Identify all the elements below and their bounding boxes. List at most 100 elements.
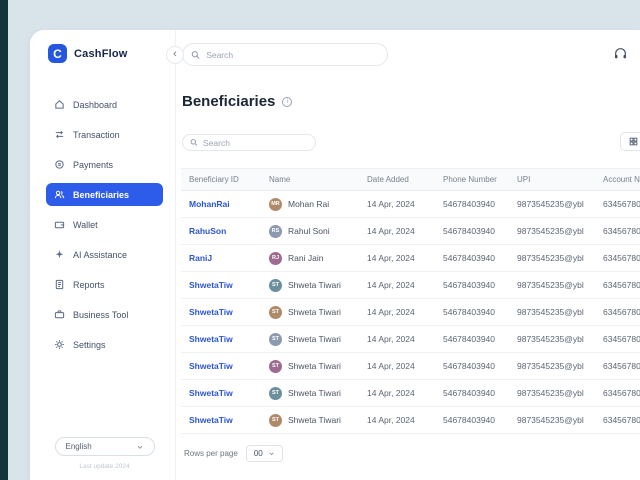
sidebar: C CashFlow Dashboard Transaction Payment… — [30, 30, 176, 480]
table-row[interactable]: ShwetaTiw ST Shweta Tiwari 14 Apr, 2024 … — [181, 380, 640, 407]
cell-name: ST Shweta Tiwari — [261, 299, 359, 326]
cell-name: RS Rahul Soni — [261, 218, 359, 245]
cell-beneficiary-id[interactable]: ShwetaTiw — [181, 326, 261, 353]
grid-icon — [629, 137, 638, 146]
language-value: English — [66, 442, 92, 451]
sidebar-item-label: Transaction — [73, 130, 120, 140]
column-header: Date Added — [359, 169, 435, 191]
beneficiaries-table: Beneficiary IDNameDate AddedPhone Number… — [181, 168, 640, 434]
ai-assistance-icon — [54, 249, 65, 260]
cell-account-number: 6345678034 — [595, 272, 640, 299]
sidebar-item-dashboard[interactable]: Dashboard — [46, 93, 163, 116]
sidebar-item-label: AI Assistance — [73, 250, 127, 260]
chevron-down-icon — [268, 450, 275, 457]
sidebar-item-label: Beneficiaries — [73, 190, 129, 200]
cell-account-number: 6345678034 — [595, 326, 640, 353]
avatar: ST — [269, 279, 282, 292]
avatar: ST — [269, 306, 282, 319]
avatar: ST — [269, 333, 282, 346]
show-fields-button[interactable]: Show Fields — [620, 132, 640, 151]
main-content: ‹ Beneficiaries i Show Fields — [176, 30, 640, 480]
cell-phone-number: 54678403940 — [435, 407, 509, 434]
sidebar-item-label: Business Tool — [73, 310, 128, 320]
sidebar-item-reports[interactable]: Reports — [46, 273, 163, 296]
avatar: ST — [269, 414, 282, 427]
cell-name: ST Shweta Tiwari — [261, 272, 359, 299]
rows-per-page-value: 00 — [254, 449, 263, 458]
cell-upi: 9873545235@ybl — [509, 299, 595, 326]
table-row[interactable]: ShwetaTiw ST Shweta Tiwari 14 Apr, 2024 … — [181, 326, 640, 353]
cell-upi: 9873545235@ybl — [509, 191, 595, 218]
cell-account-number: 6345678034 — [595, 353, 640, 380]
sidebar-item-business-tool[interactable]: Business Tool — [46, 303, 163, 326]
info-icon[interactable]: i — [282, 97, 292, 107]
cell-beneficiary-id[interactable]: RahuSon — [181, 218, 261, 245]
name-text: Shweta Tiwari — [288, 307, 341, 317]
cell-phone-number: 54678403940 — [435, 272, 509, 299]
app-window: C CashFlow Dashboard Transaction Payment… — [30, 30, 640, 480]
global-search[interactable] — [182, 43, 388, 66]
table-row[interactable]: ShwetaTiw ST Shweta Tiwari 14 Apr, 2024 … — [181, 299, 640, 326]
table-row[interactable]: MohanRai MR Mohan Rai 14 Apr, 2024 54678… — [181, 191, 640, 218]
cell-upi: 9873545235@ybl — [509, 272, 595, 299]
table-body: MohanRai MR Mohan Rai 14 Apr, 2024 54678… — [181, 191, 640, 434]
sidebar-item-transaction[interactable]: Transaction — [46, 123, 163, 146]
cell-phone-number: 54678403940 — [435, 191, 509, 218]
rows-per-page-select[interactable]: 00 — [246, 445, 283, 462]
cell-account-number: 6345678034 — [595, 245, 640, 272]
cell-beneficiary-id[interactable]: MohanRai — [181, 191, 261, 218]
rows-per-page-label: Rows per page — [184, 449, 238, 458]
cell-beneficiary-id[interactable]: ShwetaTiw — [181, 353, 261, 380]
settings-icon — [54, 339, 65, 350]
table-row[interactable]: RaniJ RJ Rani Jain 14 Apr, 2024 54678403… — [181, 245, 640, 272]
cell-account-number: 6345678034 — [595, 380, 640, 407]
beneficiaries-icon — [54, 189, 65, 200]
sidebar-item-beneficiaries[interactable]: Beneficiaries — [46, 183, 163, 206]
cell-phone-number: 54678403940 — [435, 380, 509, 407]
table-row[interactable]: ShwetaTiw ST Shweta Tiwari 14 Apr, 2024 … — [181, 353, 640, 380]
global-search-input[interactable] — [206, 50, 379, 60]
cell-name: RJ Rani Jain — [261, 245, 359, 272]
support-headset-icon[interactable] — [613, 46, 628, 66]
column-header: Phone Number — [435, 169, 509, 191]
cell-beneficiary-id[interactable]: ShwetaTiw — [181, 272, 261, 299]
table-search-input[interactable] — [203, 138, 308, 148]
cell-beneficiary-id[interactable]: ShwetaTiw — [181, 380, 261, 407]
search-icon — [190, 138, 198, 147]
app-logo: C CashFlow — [46, 44, 163, 63]
sidebar-item-payments[interactable]: Payments — [46, 153, 163, 176]
table-row[interactable]: ShwetaTiw ST Shweta Tiwari 14 Apr, 2024 … — [181, 407, 640, 434]
table-search[interactable] — [182, 134, 316, 151]
column-header: Beneficiary ID — [181, 169, 261, 191]
table-row[interactable]: ShwetaTiw ST Shweta Tiwari 14 Apr, 2024 … — [181, 272, 640, 299]
cell-beneficiary-id[interactable]: ShwetaTiw — [181, 407, 261, 434]
dashboard-icon — [54, 99, 65, 110]
transaction-icon — [54, 129, 65, 140]
language-selector[interactable]: English — [55, 437, 155, 456]
sidebar-item-wallet[interactable]: Wallet — [46, 213, 163, 236]
cell-date-added: 14 Apr, 2024 — [359, 353, 435, 380]
sidebar-collapse-button[interactable]: ‹ — [166, 46, 184, 64]
name-text: Rani Jain — [288, 253, 323, 263]
sidebar-item-label: Dashboard — [73, 100, 117, 110]
cashflow-logo-icon: C — [48, 44, 67, 63]
table-footer: Rows per page 00 — [184, 445, 283, 462]
page-title: Beneficiaries — [182, 93, 275, 110]
sidebar-item-label: Payments — [73, 160, 113, 170]
name-text: Shweta Tiwari — [288, 361, 341, 371]
sidebar-item-ai-assistance[interactable]: AI Assistance — [46, 243, 163, 266]
name-text: Shweta Tiwari — [288, 388, 341, 398]
cell-beneficiary-id[interactable]: RaniJ — [181, 245, 261, 272]
name-text: Shweta Tiwari — [288, 415, 341, 425]
cell-beneficiary-id[interactable]: ShwetaTiw — [181, 299, 261, 326]
cell-date-added: 14 Apr, 2024 — [359, 299, 435, 326]
search-icon — [191, 50, 200, 60]
chevron-down-icon — [136, 443, 144, 451]
cell-phone-number: 54678403940 — [435, 326, 509, 353]
column-header: Account Number — [595, 169, 640, 191]
table-row[interactable]: RahuSon RS Rahul Soni 14 Apr, 2024 54678… — [181, 218, 640, 245]
sidebar-item-settings[interactable]: Settings — [46, 333, 163, 356]
sidebar-item-label: Wallet — [73, 220, 98, 230]
name-text: Mohan Rai — [288, 199, 329, 209]
cell-account-number: 6345678034 — [595, 407, 640, 434]
